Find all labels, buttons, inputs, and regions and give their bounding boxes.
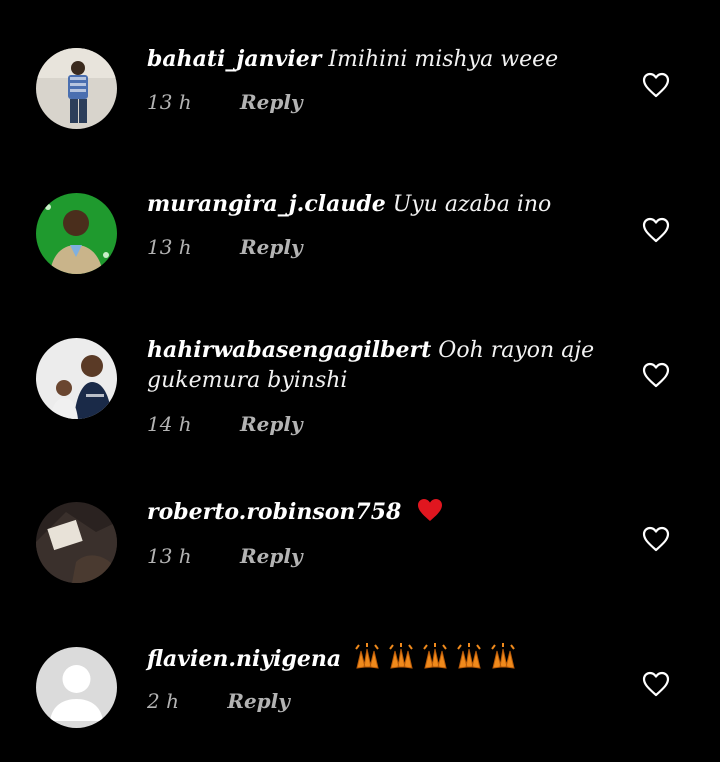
- comment-meta: 13 h Reply: [147, 235, 303, 259]
- comment-username[interactable]: bahati_janvier: [147, 46, 321, 72]
- clapping-hands-emoji: [355, 643, 379, 669]
- reply-button[interactable]: Reply: [227, 689, 290, 713]
- like-button[interactable]: [642, 362, 670, 388]
- avatar[interactable]: [36, 647, 117, 728]
- heart-outline-icon: [642, 72, 670, 98]
- comment-body: bahati_janvier Imihini mishya weee: [147, 44, 607, 75]
- red-heart-emoji: [418, 499, 443, 521]
- comment-body: roberto.robinson758: [147, 497, 607, 528]
- clapping-hands-emoji: [491, 643, 515, 669]
- comment-username[interactable]: murangira_j.claude: [147, 191, 386, 217]
- clapping-hands-emoji: [423, 643, 447, 669]
- reply-button[interactable]: Reply: [240, 544, 303, 568]
- clapping-hands-emojis: [348, 643, 518, 672]
- reply-button[interactable]: Reply: [240, 90, 303, 114]
- avatar[interactable]: [36, 502, 117, 583]
- default-avatar-icon: [36, 647, 117, 728]
- comment-time: 13 h: [147, 235, 192, 259]
- avatar[interactable]: [36, 338, 117, 419]
- clapping-hands-emoji: [457, 643, 481, 669]
- comment-time: 13 h: [147, 544, 192, 568]
- like-button[interactable]: [642, 526, 670, 552]
- heart-outline-icon: [642, 526, 670, 552]
- comment-body: murangira_j.claude Uyu azaba ino: [147, 189, 607, 220]
- comment-username[interactable]: roberto.robinson758: [147, 499, 401, 525]
- comment-time: 14 h: [147, 412, 192, 436]
- comment-username[interactable]: flavien.niyigena: [147, 646, 341, 672]
- like-button[interactable]: [642, 217, 670, 243]
- comment-username[interactable]: hahirwabasengagilbert: [147, 337, 431, 363]
- comment-time: 2 h: [147, 689, 179, 713]
- comment-meta: 13 h Reply: [147, 544, 303, 568]
- comment-meta: 2 h Reply: [147, 689, 290, 713]
- comment-body: hahirwabasengagilbert Ooh rayon aje guke…: [147, 335, 607, 396]
- comment-text: Uyu azaba ino: [392, 192, 552, 217]
- comment-time: 13 h: [147, 90, 192, 114]
- comment-text: Imihini mishya weee: [328, 47, 559, 72]
- reply-button[interactable]: Reply: [240, 235, 303, 259]
- heart-outline-icon: [642, 217, 670, 243]
- heart-outline-icon: [642, 671, 670, 697]
- comment-body: flavien.niyigena: [147, 643, 607, 675]
- like-button[interactable]: [642, 72, 670, 98]
- clapping-hands-emoji: [389, 643, 413, 669]
- comment-meta: 14 h Reply: [147, 412, 303, 436]
- reply-button[interactable]: Reply: [240, 412, 303, 436]
- heart-outline-icon: [642, 362, 670, 388]
- comment-meta: 13 h Reply: [147, 90, 303, 114]
- avatar[interactable]: [36, 48, 117, 129]
- avatar[interactable]: [36, 193, 117, 274]
- like-button[interactable]: [642, 671, 670, 697]
